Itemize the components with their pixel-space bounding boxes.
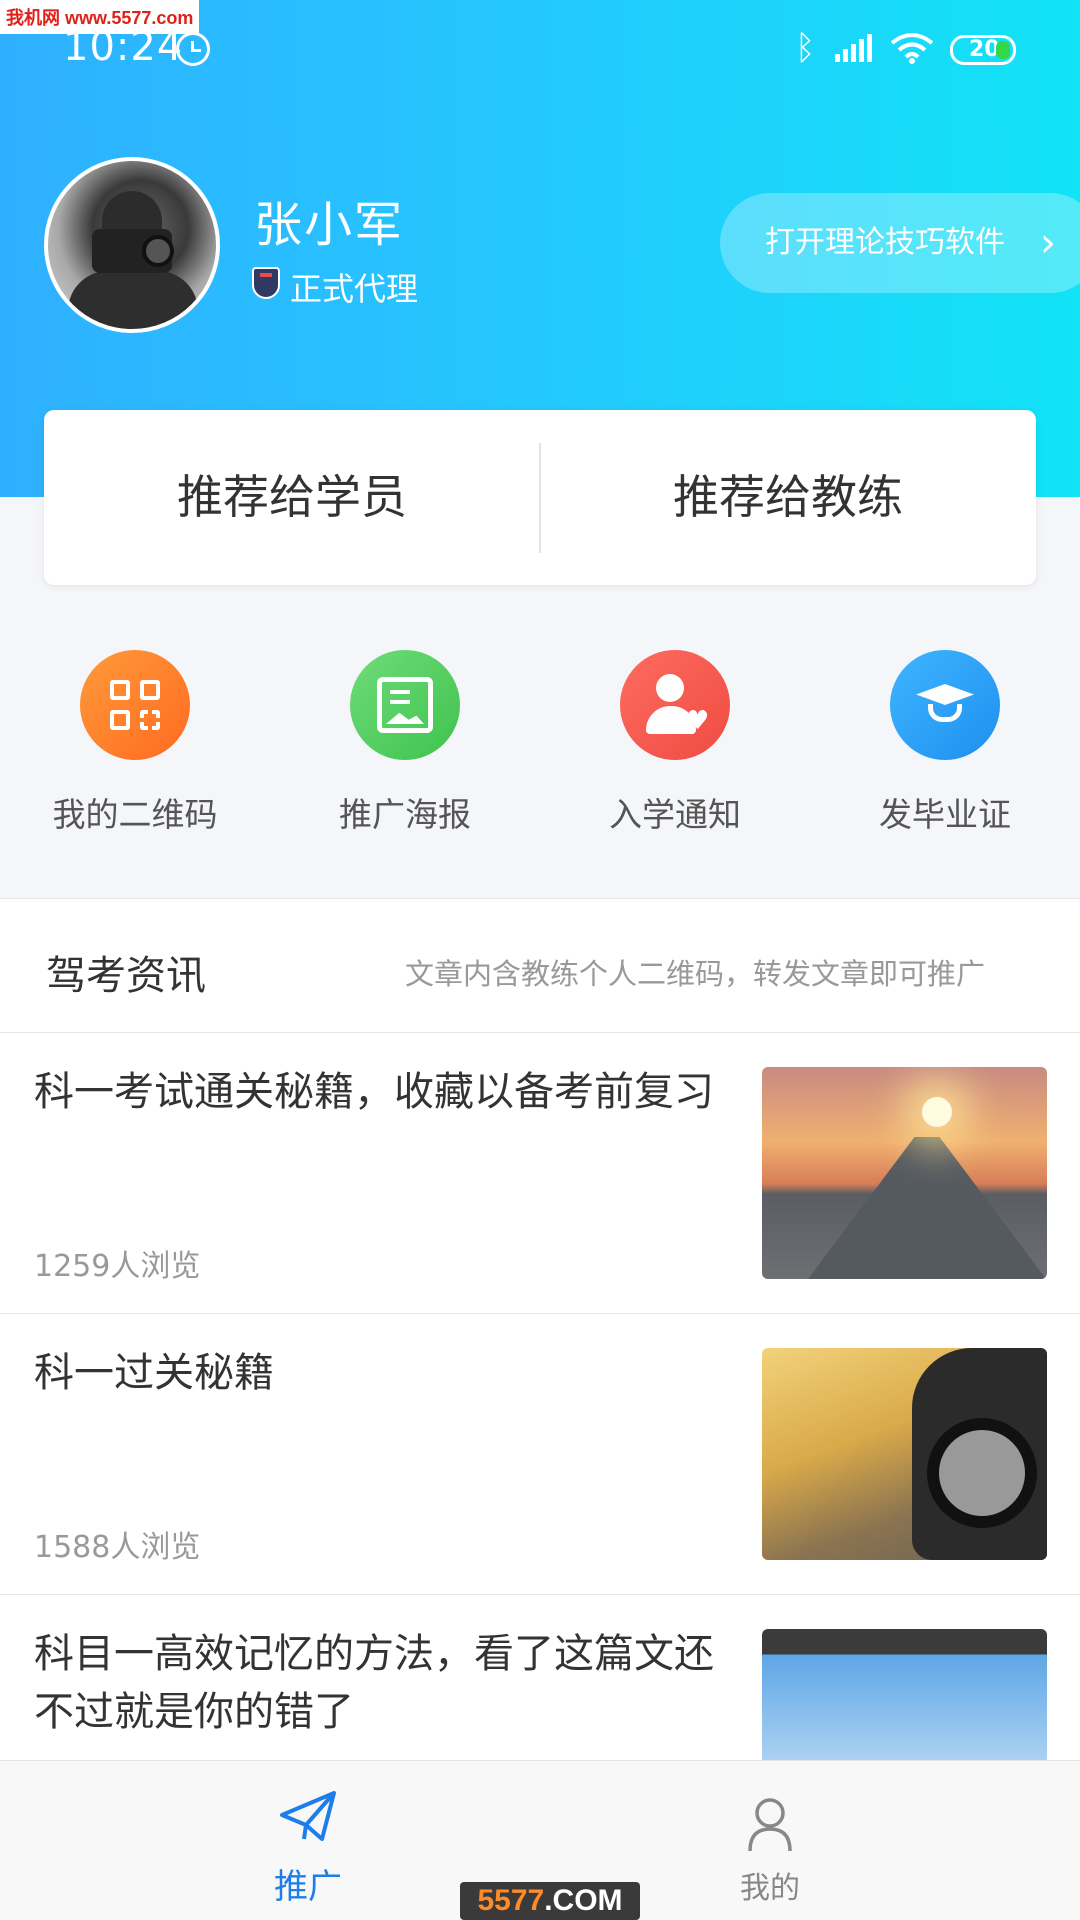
graduation-cap-icon [890,650,1000,760]
article-thumbnail [762,1348,1047,1560]
article-views: 1588人浏览 [34,1530,201,1565]
quick-action-label: 入学通知 [609,795,741,834]
recommend-to-coaches-button[interactable]: 推荐给教练 [540,410,1036,585]
avatar-lens [142,235,174,267]
article-thumbnail [762,1067,1047,1279]
news-note: 文章内含教练个人二维码，转发文章即可推广 [405,957,986,991]
bluetooth-icon: ᛒ [795,28,816,68]
article-title: 科一考试通关秘籍，收藏以备考前复习 [34,1069,714,1115]
bottom-watermark-suffix: .COM [544,1884,623,1917]
article-item[interactable]: 科一过关秘籍 1588人浏览 [0,1314,1080,1595]
recommend-to-students-button[interactable]: 推荐给学员 [44,410,540,585]
agent-badge-label: 正式代理 [290,270,419,308]
quick-action-poster[interactable]: 推广海报 [270,650,540,834]
wifi-icon [890,33,934,64]
avatar-body [68,271,198,329]
site-watermark: 我机网 www.5577.com [0,0,200,34]
bottom-watermark-number: 5577 [477,1884,545,1917]
article-item[interactable]: 科一考试通关秘籍，收藏以备考前复习 1259人浏览 [0,1033,1080,1314]
alarm-icon [176,32,210,66]
chevron-right-icon: › [1040,220,1056,266]
quick-action-label: 推广海报 [339,795,471,834]
article-title: 科目一高效记忆的方法，看了这篇文还不过就是你的错了 [34,1631,714,1735]
quick-action-admission-notice[interactable]: ♥ 入学通知 [540,650,810,834]
agent-badge-icon [252,267,280,299]
user-icon [748,1798,792,1852]
recommend-card: 推荐给学员 推荐给教练 [44,410,1036,585]
news-header: 驾考资讯 文章内含教练个人二维码，转发文章即可推广 [0,899,1080,1033]
article-views: 1259人浏览 [34,1249,201,1284]
user-heart-icon: ♥ [620,650,730,760]
qr-code-icon [80,650,190,760]
quick-action-label: 我的二维码 [52,795,218,834]
user-name: 张小军 [254,197,405,253]
quick-action-graduation-certificate[interactable]: 发毕业证 [810,650,1080,834]
article-item[interactable]: 科目一高效记忆的方法，看了这篇文还不过就是你的错了 [0,1595,1080,1760]
battery-fill [996,41,1010,59]
open-theory-app-button[interactable]: 打开理论技巧软件 › [720,193,1080,293]
news-title: 驾考资讯 [46,953,206,999]
paper-plane-icon [280,1791,336,1841]
battery-icon: 20 [950,35,1016,65]
article-thumbnail [762,1629,1047,1760]
open-theory-app-label: 打开理论技巧软件 [765,225,1005,260]
quick-action-label: 发毕业证 [879,795,1011,834]
quick-action-qr-code[interactable]: 我的二维码 [0,650,270,834]
bottom-watermark: 5577.COM [460,1882,640,1920]
avatar[interactable] [44,157,220,333]
poster-icon [350,650,460,760]
signal-icon [835,34,875,62]
article-title: 科一过关秘籍 [34,1350,274,1396]
news-section: 驾考资讯 文章内含教练个人二维码，转发文章即可推广 科一考试通关秘籍，收藏以备考… [0,898,1080,1760]
